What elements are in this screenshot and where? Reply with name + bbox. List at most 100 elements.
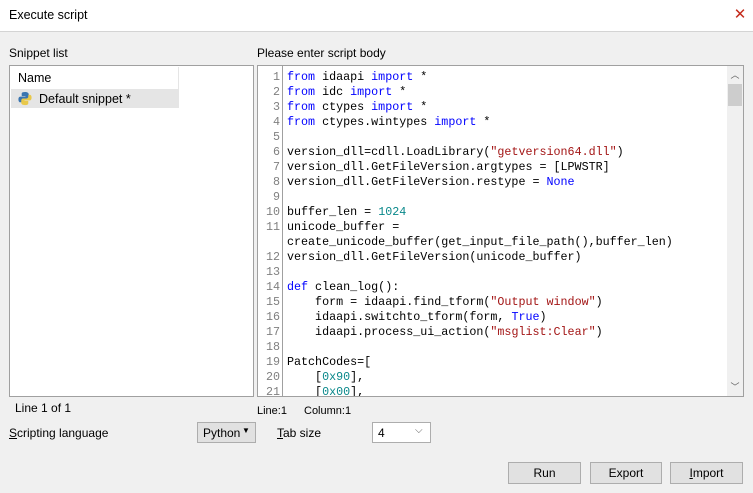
code-token: * — [413, 100, 428, 114]
code-line: def clean_log(): — [287, 280, 727, 295]
code-token: * — [476, 115, 491, 129]
code-token: from — [287, 85, 316, 99]
run-button[interactable]: Run — [508, 462, 581, 484]
scripting-language-label-text: cripting language — [17, 426, 109, 440]
code-line: idaapi.switchto_tform(form, True) — [287, 310, 727, 325]
code-token: clean_log(): — [308, 280, 400, 294]
code-token: "msglist:Clear" — [490, 325, 596, 339]
scroll-up-icon[interactable]: ︿ — [727, 68, 743, 82]
script-editor[interactable]: 1 2 3 4 5 6 7 8 9 10 11 12 13 14 15 16 17 18 19 20 21 from i… — [257, 65, 744, 397]
chevron-down-icon: ⌵ — [415, 425, 423, 436]
tab-size-label-text: ab size — [283, 426, 322, 440]
code-token: idaapi.process_ui_action( — [287, 325, 491, 339]
line-number: 9 — [272, 190, 280, 204]
vertical-scrollbar[interactable]: ︿ ﹀ — [727, 66, 743, 396]
code-line: [0x90], — [287, 370, 727, 385]
code-line: from ctypes import * — [287, 100, 727, 115]
code-token: ctypes — [315, 100, 372, 114]
code-token: ) — [616, 145, 624, 159]
line-number: 11 — [265, 220, 280, 234]
code-token: ], — [350, 385, 365, 397]
code-token: buffer_len = — [287, 205, 379, 219]
line-number: 12 — [265, 250, 280, 264]
code-token: 1024 — [378, 205, 407, 219]
code-token: [ — [287, 385, 323, 397]
code-token: from — [287, 70, 316, 84]
code-token: "Output window" — [490, 295, 596, 309]
code-line: buffer_len = 1024 — [287, 205, 727, 220]
line-number: 17 — [265, 325, 280, 339]
import-button[interactable]: Import — [670, 462, 743, 484]
code-token: idaapi.switchto_tform(form, — [287, 310, 512, 324]
code-token: form = idaapi.find_tform( — [287, 295, 491, 309]
code-token: version_dll.GetFileVersion.restype = — [287, 175, 547, 189]
export-button[interactable]: Export — [590, 462, 662, 484]
code-token: version_dll.GetFileVersion.argtypes = [L… — [287, 160, 610, 174]
code-line: version_dll=cdll.LoadLibrary("getversion… — [287, 145, 727, 160]
code-token: unicode_buffer = — [287, 220, 400, 234]
line-number: 19 — [265, 355, 280, 369]
cursor-column: Column:1 — [304, 405, 352, 417]
code-area[interactable]: from idaapi import * from idc import * fro… — [287, 70, 727, 397]
code-line: from ctypes.wintypes import * — [287, 115, 727, 130]
line-number: 18 — [265, 340, 280, 354]
scripting-language-value: Python — [203, 426, 241, 440]
line-number: 4 — [272, 115, 280, 129]
code-line: PatchCodes=[ — [287, 355, 727, 370]
line-number: 5 — [272, 130, 280, 144]
snippet-list-label: Snippet list — [9, 46, 68, 60]
tab-size-select[interactable]: 4 ⌵ — [372, 422, 431, 443]
snippet-item[interactable]: Default snippet * — [11, 89, 179, 108]
title-bar: Execute script ✕ — [0, 0, 753, 32]
line-number: 1 — [272, 70, 280, 84]
code-token: def — [287, 280, 309, 294]
scroll-down-icon[interactable]: ﹀ — [727, 380, 743, 394]
code-token: version_dll=cdll.LoadLibrary( — [287, 145, 491, 159]
line-number: 2 — [272, 85, 280, 99]
code-token: create_unicode_buffer(get_input_file_pat… — [287, 235, 673, 249]
code-token: PatchCodes=[ — [287, 355, 372, 369]
code-line: create_unicode_buffer(get_input_file_pat… — [287, 235, 727, 250]
code-token: 0x00 — [322, 385, 351, 397]
line-number: 10 — [265, 205, 280, 219]
code-token: from — [287, 115, 316, 129]
code-token: "getversion64.dll" — [490, 145, 617, 159]
code-token: from — [287, 100, 316, 114]
snippet-item-label: Default snippet * — [39, 92, 131, 106]
line-number: 7 — [272, 160, 280, 174]
code-line: version_dll.GetFileVersion.restype = Non… — [287, 175, 727, 190]
code-line: [0x00], — [287, 385, 727, 397]
line-number-gutter: 1 2 3 4 5 6 7 8 9 10 11 12 13 14 15 16 17 18 19 20 21 — [258, 66, 283, 396]
code-line: from idaapi import * — [287, 70, 727, 85]
line-number: 21 — [265, 385, 280, 397]
column-header-name[interactable]: Name — [11, 67, 179, 89]
code-token: import — [371, 100, 414, 114]
snippet-list[interactable]: Name Default snippet * — [9, 65, 254, 397]
code-token: idaapi — [315, 70, 372, 84]
code-line: unicode_buffer = — [287, 220, 727, 235]
code-token: None — [546, 175, 575, 189]
code-line: form = idaapi.find_tform("Output window"… — [287, 295, 727, 310]
code-token: 0x90 — [322, 370, 351, 384]
scrollbar-thumb[interactable] — [728, 84, 742, 106]
code-token: idc — [315, 85, 351, 99]
code-token: ) — [539, 310, 547, 324]
close-icon[interactable]: ✕ — [732, 7, 748, 23]
code-token: * — [413, 70, 428, 84]
line-number — [258, 235, 282, 250]
code-line: version_dll.GetFileVersion.argtypes = [L… — [287, 160, 727, 175]
code-token: import — [350, 85, 393, 99]
dropdown-arrow-icon: ▼ — [242, 426, 250, 435]
code-token: * — [392, 85, 407, 99]
code-token: [ — [287, 370, 323, 384]
window-title: Execute script — [9, 8, 88, 22]
scripting-language-dropdown[interactable]: Python ▼ — [197, 422, 256, 443]
line-number: 14 — [265, 280, 280, 294]
code-token: ctypes.wintypes — [315, 115, 435, 129]
code-token: import — [434, 115, 477, 129]
tab-size-label: Tab size — [277, 426, 322, 440]
